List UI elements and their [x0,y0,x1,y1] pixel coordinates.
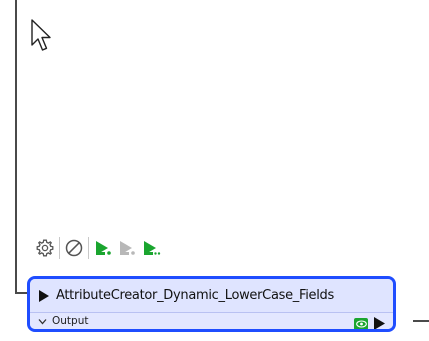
workspace-canvas[interactable]: AttributeCreator_Dynamic_LowerCase_Field… [0,0,429,341]
output-port-label: Output [52,315,89,327]
run-to-this-button[interactable] [91,236,115,260]
eye-icon [355,320,367,328]
output-port-arrow-icon[interactable] [374,317,385,330]
transformer-node[interactable]: AttributeCreator_Dynamic_LowerCase_Field… [27,276,396,332]
output-port-row[interactable]: Output [30,313,393,329]
chevron-down-icon[interactable] [38,317,47,326]
gear-icon [36,239,54,257]
transformer-header[interactable]: AttributeCreator_Dynamic_LowerCase_Field… [30,279,393,312]
toolbar-separator [59,237,60,259]
run-just-this-icon [144,241,161,256]
input-connection-line[interactable] [15,0,17,293]
output-connection-line[interactable] [413,320,429,322]
disable-button[interactable] [62,236,86,260]
properties-button[interactable] [33,236,57,260]
run-from-this-button[interactable] [115,236,139,260]
transformer-toolbar [33,236,163,260]
run-to-this-icon [96,241,112,256]
toolbar-separator [88,237,89,259]
feature-inspect-button[interactable] [354,318,368,329]
input-port-arrow-icon[interactable] [39,289,49,302]
run-from-this-icon [120,241,135,255]
disable-icon [65,239,83,257]
transformer-name: AttributeCreator_Dynamic_LowerCase_Field… [56,288,334,303]
mouse-pointer-icon [31,19,51,51]
run-just-this-button[interactable] [139,236,163,260]
